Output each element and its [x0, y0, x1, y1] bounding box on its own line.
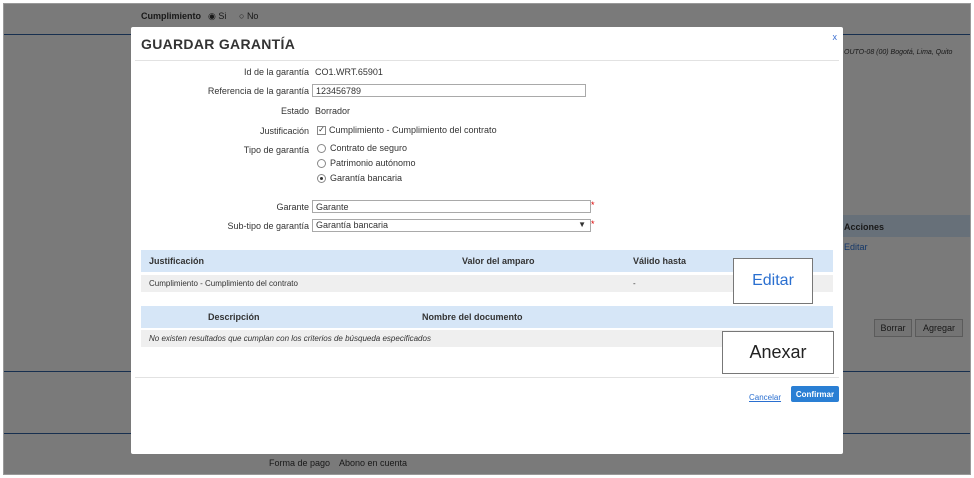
- justificacion-table-header: Justificación Valor del amparo Válido ha…: [141, 250, 833, 272]
- garante-label: Garante: [276, 202, 309, 212]
- confirm-button[interactable]: Confirmar: [791, 386, 839, 402]
- subtipo-label: Sub-tipo de garantía: [227, 221, 309, 231]
- title-divider: [135, 60, 839, 61]
- referencia-label: Referencia de la garantía: [207, 86, 309, 96]
- tipo-option-patrimonio[interactable]: Patrimonio autónomo: [317, 158, 416, 168]
- justificacion-option-label: Cumplimiento - Cumplimiento del contrato: [329, 125, 497, 135]
- justificacion-label: Justificación: [259, 126, 309, 136]
- required-mark: *: [591, 219, 595, 229]
- estado-label: Estado: [280, 106, 309, 116]
- subtipo-value: Garantía bancaria: [316, 220, 389, 230]
- radio-selected-icon: [317, 173, 326, 183]
- tipo-label: Tipo de garantía: [243, 145, 309, 155]
- tipo-option-label: Contrato de seguro: [330, 143, 408, 153]
- required-mark: *: [591, 200, 595, 210]
- close-icon[interactable]: x: [833, 32, 838, 42]
- checkmark-icon: ✓: [317, 124, 326, 135]
- id-value: CO1.WRT.65901: [315, 67, 383, 77]
- radio-icon: [317, 158, 326, 168]
- referencia-input[interactable]: [312, 84, 586, 97]
- tipo-option-contrato[interactable]: Contrato de seguro: [317, 143, 407, 153]
- tipo-option-bancaria[interactable]: Garantía bancaria: [317, 173, 402, 183]
- table-cell: -: [633, 279, 636, 288]
- column-header: Válido hasta: [633, 256, 687, 266]
- justificacion-checkbox[interactable]: ✓ Cumplimiento - Cumplimiento del contra…: [317, 125, 497, 135]
- column-header: Descripción: [208, 312, 260, 322]
- cancel-link[interactable]: Cancelar: [749, 393, 781, 402]
- documentos-table-header: Descripción Nombre del documento: [141, 306, 833, 328]
- id-label: Id de la garantía: [243, 67, 309, 77]
- column-header: Justificación: [149, 256, 205, 266]
- anexar-callout[interactable]: Anexar: [722, 331, 834, 374]
- tipo-option-label: Patrimonio autónomo: [330, 158, 416, 168]
- footer-divider: [135, 377, 839, 378]
- table-cell: Cumplimiento - Cumplimiento del contrato: [149, 279, 298, 288]
- radio-icon: [317, 143, 326, 153]
- column-header: Nombre del documento: [422, 312, 523, 322]
- empty-message: No existen resultados que cumplan con lo…: [149, 334, 431, 343]
- editar-callout[interactable]: Editar: [733, 258, 813, 304]
- modal-title: GUARDAR GARANTÍA: [141, 36, 296, 52]
- garante-input[interactable]: [312, 200, 591, 213]
- dropdown-arrow-icon: ▼: [578, 220, 586, 229]
- subtipo-select[interactable]: Garantía bancaria ▼: [312, 219, 591, 232]
- estado-value: Borrador: [315, 106, 351, 116]
- tipo-option-label: Garantía bancaria: [330, 173, 403, 183]
- table-row[interactable]: Cumplimiento - Cumplimiento del contrato…: [141, 275, 833, 292]
- column-header: Valor del amparo: [462, 256, 535, 266]
- guardar-garantia-dialog: GUARDAR GARANTÍA x Id de la garantía CO1…: [131, 27, 843, 454]
